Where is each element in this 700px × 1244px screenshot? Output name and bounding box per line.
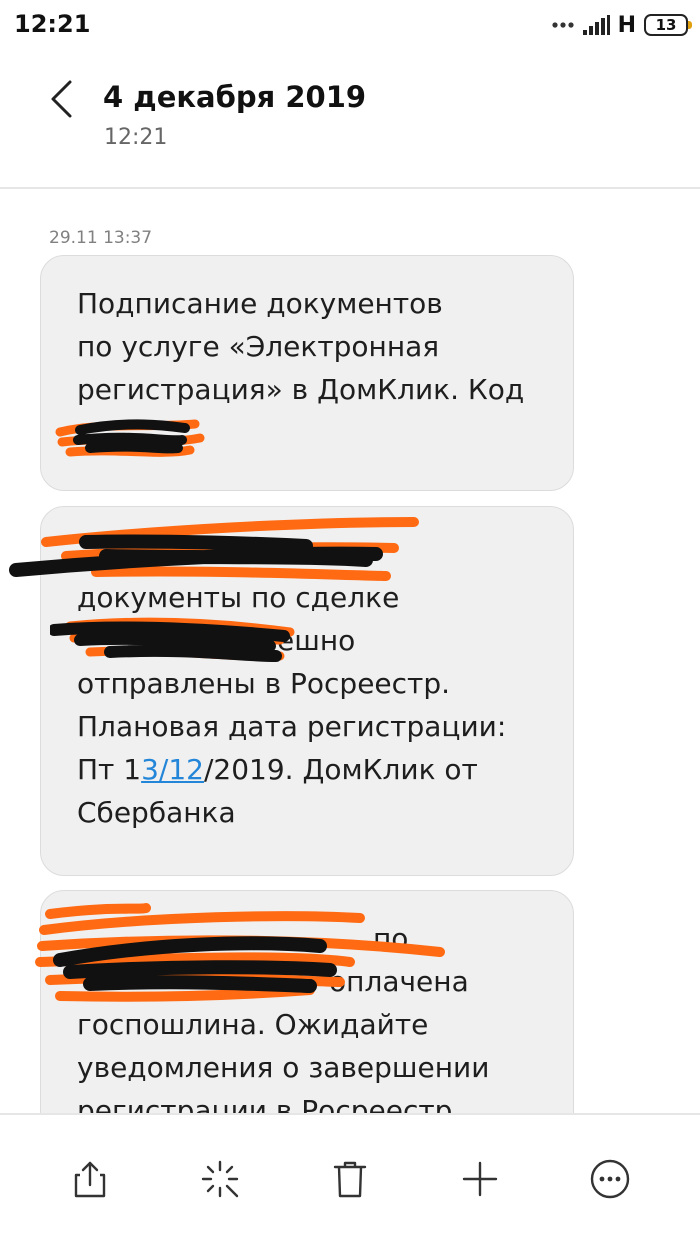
message-bubble[interactable]: Подписание документов по услуге «Электро… (40, 255, 574, 491)
trash-icon (333, 1161, 367, 1198)
delete-button[interactable] (326, 1155, 374, 1203)
message-text: Пт 1 (77, 753, 142, 786)
message-line: Сбербанка (77, 796, 236, 829)
status-indicators: H 13 (551, 10, 692, 40)
conversation-header: 4 декабря 2019 12:21 (0, 52, 700, 189)
message-text: /2019. ДомКлик от (203, 753, 478, 786)
message-bubble[interactable]: документы по сделке ешно отправлены в Ро… (40, 506, 574, 876)
message-line: ешно (77, 619, 543, 662)
status-time: 12:21 (14, 10, 91, 38)
share-icon (74, 1161, 106, 1198)
message-line: по услуге «Электронная (77, 330, 440, 363)
message-text: ешно (277, 624, 356, 657)
message-line: Пт 13/12/2019. ДомКлик от (77, 748, 543, 791)
message-timestamp: 29.11 13:37 (49, 228, 153, 248)
signal-icon (582, 15, 610, 35)
message-line: Плановая дата регистрации: (77, 710, 507, 743)
chevron-left-icon (51, 80, 72, 118)
message-line: госпошлина. Ожидайте (77, 1008, 429, 1041)
message-text: по (373, 922, 409, 955)
conversation-subtitle: 12:21 (104, 125, 168, 150)
status-bar: 12:21 H 13 (0, 0, 700, 52)
add-button[interactable] (456, 1155, 504, 1203)
message-line: Подписание документов (77, 287, 443, 320)
sparkle-icon (201, 1160, 239, 1198)
more-icon (590, 1159, 630, 1199)
message-line: отправлены в Росреестр. (77, 667, 451, 700)
date-link[interactable]: 3/12 (141, 753, 204, 786)
back-button[interactable] (36, 74, 86, 124)
message-line: по (77, 917, 543, 960)
bottom-toolbar (0, 1113, 700, 1244)
battery-level: 13 (655, 16, 677, 34)
share-button[interactable] (66, 1155, 114, 1203)
conversation-title: 4 декабря 2019 (103, 80, 367, 114)
message-line: уведомления о завершении (77, 1051, 490, 1084)
plus-icon (462, 1161, 498, 1197)
dots-icon (551, 22, 574, 28)
battery-icon: 13 (644, 14, 692, 36)
message-text: оплачена (329, 965, 469, 998)
more-button[interactable] (586, 1155, 634, 1203)
message-line: регистрация» в ДомКлик. Код - (77, 373, 525, 449)
network-type: H (617, 12, 636, 38)
sparkle-button[interactable] (196, 1155, 244, 1203)
redacted-line (77, 533, 543, 576)
message-line: оплачена (77, 960, 543, 1003)
sms-thread-screen: 12:21 H 13 4 декабря 2019 12:21 29.11 13… (0, 0, 700, 1244)
message-line: документы по сделке (77, 581, 400, 614)
